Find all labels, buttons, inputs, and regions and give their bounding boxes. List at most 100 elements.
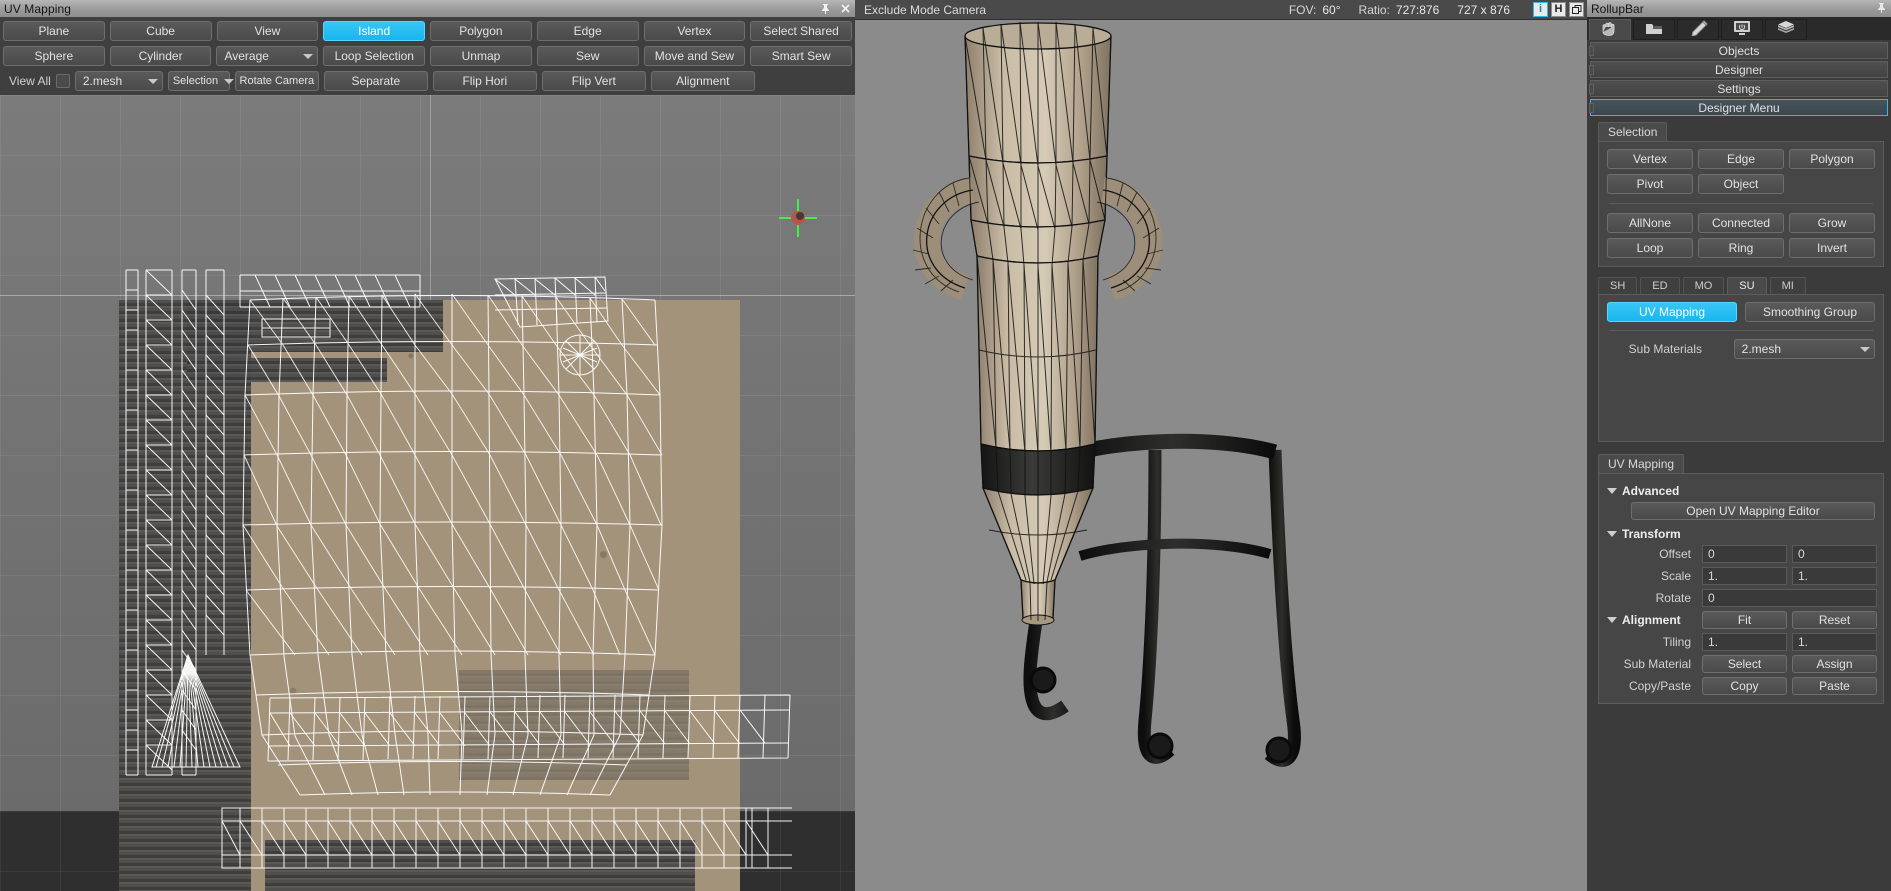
scale-label: Scale <box>1660 569 1691 583</box>
camera-gizmo[interactable] <box>779 199 817 237</box>
fov-value: 60° <box>1322 2 1341 17</box>
close-icon[interactable] <box>835 0 855 17</box>
pin-icon[interactable] <box>1876 2 1887 16</box>
uv-toolbar-row-3: View All 2.mesh Selection Rotate Camera … <box>3 71 852 91</box>
separate-button[interactable]: Separate <box>323 71 428 91</box>
selection-row-3: AllNone Connected Grow <box>1607 213 1875 233</box>
tab-mo[interactable]: MO <box>1682 277 1725 294</box>
uv-map-sphere-button[interactable]: Sphere <box>3 46 105 66</box>
rollup-grip <box>1589 84 1594 94</box>
sub-materials-combo[interactable]: 2.mesh <box>1733 339 1875 359</box>
rollup-grip <box>1589 103 1594 113</box>
uv-map-cylinder-button[interactable]: Cylinder <box>109 46 212 66</box>
alignment-label[interactable]: Alignment <box>1605 613 1697 627</box>
viewport-3d-panel: Exclude Mode Camera FOV: 60° Ratio: 727:… <box>855 0 1587 891</box>
rotate-field[interactable]: 0 <box>1702 589 1877 607</box>
alignment-button[interactable]: Alignment <box>650 71 755 91</box>
terrain-tab[interactable] <box>1633 19 1675 40</box>
uv-map-view-button[interactable]: View <box>216 21 319 41</box>
objects-tab[interactable] <box>1589 19 1631 40</box>
alignment-fit-button[interactable]: Fit <box>1702 611 1787 629</box>
open-uv-mapping-editor-button[interactable]: Open UV Mapping Editor <box>1631 502 1875 520</box>
viewport-camera-label: Exclude Mode Camera <box>864 2 987 17</box>
select-pivot-button[interactable]: Pivot <box>1607 174 1693 194</box>
paste-button[interactable]: Paste <box>1792 677 1877 695</box>
uv-select-island-button[interactable]: Island <box>323 21 425 41</box>
display-tab[interactable] <box>1721 19 1763 40</box>
select-invert-button[interactable]: Invert <box>1789 238 1875 258</box>
ratio-label: Ratio: <box>1358 2 1390 17</box>
viewport-3d-canvas[interactable] <box>855 20 1587 891</box>
uv-wireframe-overlay <box>125 269 792 869</box>
uv-sew-button[interactable]: Sew <box>536 46 639 66</box>
offset-y-field[interactable]: 0 <box>1792 545 1877 563</box>
view-all-checkbox[interactable] <box>55 74 70 88</box>
uv-select-polygon-button[interactable]: Polygon <box>430 21 532 41</box>
rollup-header-designer-menu[interactable]: Designer Menu <box>1589 99 1888 116</box>
selection-mode-combo[interactable]: Selection <box>167 71 235 91</box>
copy-button[interactable]: Copy <box>1702 677 1787 695</box>
uv-mapping-button[interactable]: UV Mapping <box>1607 302 1737 322</box>
uv-unmap-button[interactable]: Unmap <box>430 46 532 66</box>
select-object-button[interactable]: Object <box>1698 174 1784 194</box>
select-ring-button[interactable]: Ring <box>1698 238 1784 258</box>
select-edge-button[interactable]: Edge <box>1698 149 1784 169</box>
rotate-camera-button[interactable]: Rotate Camera <box>234 71 319 91</box>
uv-loop-selection-button[interactable]: Loop Selection <box>323 46 426 66</box>
tab-uv-mapping[interactable]: UV Mapping <box>1598 454 1685 473</box>
select-grow-button[interactable]: Grow <box>1789 213 1875 233</box>
select-allnone-button[interactable]: AllNone <box>1607 213 1693 233</box>
ratio-value: 727:876 <box>1395 2 1440 17</box>
sub-material-select-button[interactable]: Select <box>1702 655 1787 673</box>
advanced-section-header[interactable]: Advanced <box>1607 484 1877 498</box>
uv-move-and-sew-button[interactable]: Move and Sew <box>643 46 746 66</box>
rollup-header-designer[interactable]: Designer <box>1589 61 1888 78</box>
uv-average-combo[interactable]: Average <box>216 46 319 66</box>
uv-select-edge-button[interactable]: Edge <box>536 21 639 41</box>
fov-label: FOV: <box>1288 2 1317 17</box>
tiling-x-field[interactable]: 1. <box>1702 633 1787 651</box>
tiling-y-field[interactable]: 1. <box>1792 633 1877 651</box>
rollup-header-settings[interactable]: Settings <box>1589 80 1888 97</box>
amphora-vase-model <box>912 21 1301 767</box>
offset-x-field[interactable]: 0 <box>1702 545 1787 563</box>
scale-y-field[interactable]: 1. <box>1792 567 1877 585</box>
helpers-toggle-icon[interactable]: H <box>1551 2 1566 17</box>
tab-ed[interactable]: ED <box>1640 277 1680 294</box>
uv-editor-viewport[interactable] <box>0 95 855 891</box>
info-toggle-icon[interactable]: i <box>1533 2 1548 17</box>
scale-x-field[interactable]: 1. <box>1702 567 1787 585</box>
uv-panel-titlebar: UV Mapping <box>0 0 855 17</box>
layers-tab[interactable] <box>1765 19 1807 40</box>
alignment-reset-button[interactable]: Reset <box>1792 611 1877 629</box>
uv-map-cube-button[interactable]: Cube <box>109 21 212 41</box>
alignment-row: Alignment Fit Reset <box>1605 611 1877 629</box>
select-loop-button[interactable]: Loop <box>1607 238 1693 258</box>
uv-map-plane-button[interactable]: Plane <box>3 21 105 41</box>
transform-section-header[interactable]: Transform <box>1607 527 1877 541</box>
tab-su[interactable]: SU <box>1727 277 1767 294</box>
tab-selection[interactable]: Selection <box>1598 122 1668 141</box>
sub-material-assign-button[interactable]: Assign <box>1792 655 1877 673</box>
monitor-icon <box>1732 20 1752 39</box>
modelling-tab[interactable] <box>1677 19 1719 40</box>
offset-label: Offset <box>1659 547 1691 561</box>
rollup-header-objects[interactable]: Objects <box>1589 42 1888 59</box>
uv-select-shared-button[interactable]: Select Shared <box>750 21 852 41</box>
maximize-viewport-icon[interactable] <box>1569 2 1584 17</box>
select-vertex-button[interactable]: Vertex <box>1607 149 1693 169</box>
flip-vert-button[interactable]: Flip Vert <box>541 71 646 91</box>
select-polygon-button[interactable]: Polygon <box>1789 149 1875 169</box>
smoothing-group-button[interactable]: Smoothing Group <box>1745 302 1875 322</box>
tab-sh[interactable]: SH <box>1598 277 1638 294</box>
uv-select-vertex-button[interactable]: Vertex <box>643 21 746 41</box>
designer-mode-group: SH ED MO SU MI UV Mapping Smoothing Grou… <box>1598 277 1884 442</box>
chevron-down-icon <box>303 53 314 59</box>
mesh-select-combo[interactable]: 2.mesh <box>74 71 163 91</box>
tab-mi[interactable]: MI <box>1769 277 1806 294</box>
flip-hori-button[interactable]: Flip Hori <box>432 71 537 91</box>
pin-icon[interactable] <box>815 0 835 17</box>
select-connected-button[interactable]: Connected <box>1698 213 1784 233</box>
uv-smart-sew-button[interactable]: Smart Sew <box>750 46 852 66</box>
sub-materials-label: Sub Materials <box>1628 342 1703 356</box>
